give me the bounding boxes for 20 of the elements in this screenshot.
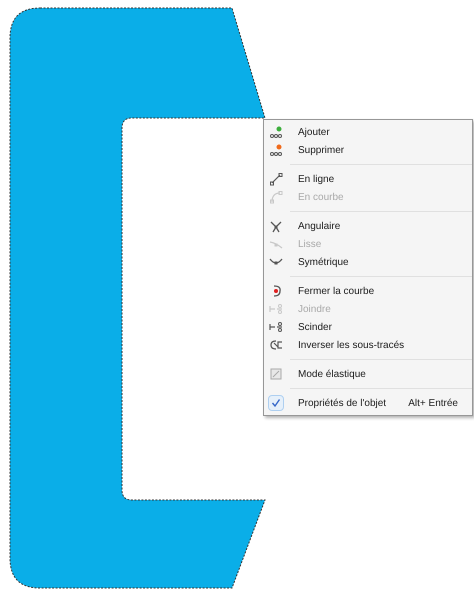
menu-item[interactable]: Scinder bbox=[264, 318, 472, 336]
elastic-mode-icon bbox=[269, 367, 283, 381]
menu-item[interactable]: Supprimer bbox=[264, 141, 472, 159]
menu-item[interactable]: Fermer la courbe bbox=[264, 282, 472, 300]
menu-item[interactable]: Propriétés de l'objet Alt+ Entrée bbox=[264, 394, 472, 412]
line-segment-icon bbox=[269, 172, 283, 186]
shortcut-label: Alt+ Entrée bbox=[408, 396, 458, 410]
nodes-icon bbox=[269, 125, 283, 139]
split-node-icon bbox=[269, 320, 283, 334]
nodes-icon bbox=[269, 143, 283, 157]
split-node-icon bbox=[269, 302, 283, 316]
line-segment-icon bbox=[269, 190, 283, 204]
menu-item[interactable]: Angulaire bbox=[264, 217, 472, 235]
menu-item[interactable]: Symétrique bbox=[264, 253, 472, 271]
menu-item[interactable]: En ligne bbox=[264, 170, 472, 188]
menu-item[interactable]: Ajouter bbox=[264, 123, 472, 141]
reverse-path-icon bbox=[269, 338, 283, 352]
node-type-icon bbox=[269, 219, 283, 233]
menu-item[interactable]: Mode élastique bbox=[264, 365, 472, 383]
menu-item[interactable]: Inverser les sous-tracés bbox=[264, 336, 472, 354]
